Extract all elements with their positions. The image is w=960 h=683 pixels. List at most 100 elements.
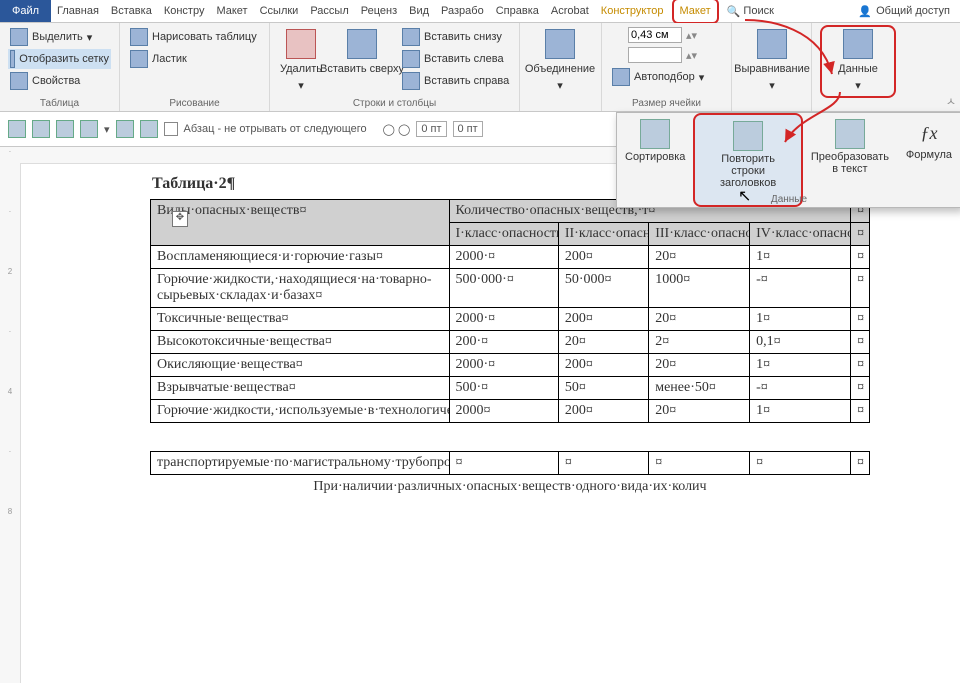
tab-layout-main[interactable]: Макет	[210, 0, 253, 22]
qat-new-icon[interactable]	[8, 120, 26, 138]
insert-below-button[interactable]: Вставить снизу	[400, 27, 511, 47]
tab-mailings[interactable]: Рассыл	[304, 0, 354, 22]
data-dropdown-button[interactable]: Данные▾	[820, 25, 896, 98]
col-width-input[interactable]	[628, 47, 682, 63]
tab-acrobat[interactable]: Acrobat	[545, 0, 595, 22]
table-cell[interactable]: 200¤	[558, 354, 648, 377]
select-button[interactable]: Выделить ▾	[8, 27, 111, 47]
table-cell[interactable]: 200¤	[558, 246, 648, 269]
cell-end-marker: ¤	[851, 223, 870, 246]
share-button[interactable]: 👤Общий доступ	[858, 5, 950, 18]
table-cell[interactable]: 200¤	[558, 400, 648, 423]
merge-button[interactable]: Объединение▾	[528, 27, 592, 93]
header-left[interactable]: Виды·опасных·веществ¤	[151, 200, 450, 246]
table-cell[interactable]: Взрывчатые·вещества¤	[151, 377, 450, 400]
qat-redo-icon[interactable]	[140, 120, 158, 138]
table-cell[interactable]: 2000·¤	[449, 308, 558, 331]
insert-left-button[interactable]: Вставить слева	[400, 49, 511, 69]
table-cell[interactable]: Воспламеняющиеся·и·горючие·газы¤	[151, 246, 450, 269]
table-cell[interactable]: 50¤	[558, 377, 648, 400]
table-cell[interactable]: 200·¤	[449, 331, 558, 354]
table-cell[interactable]: 1¤	[750, 400, 851, 423]
table-cell[interactable]: Высокотоксичные·вещества¤	[151, 331, 450, 354]
doc-table-continuation[interactable]: транспортируемые·по·магистральному·трубо…	[150, 451, 870, 475]
table-cell[interactable]: 20¤	[649, 308, 750, 331]
table-cell[interactable]: -¤	[750, 269, 851, 308]
table-cell[interactable]: 2000·¤	[449, 354, 558, 377]
table-cell[interactable]: ¤	[649, 452, 750, 475]
subheader-2[interactable]: II·класс·опасности¤	[558, 223, 648, 246]
qat-undo-icon[interactable]	[116, 120, 134, 138]
spacing-after-select[interactable]: 0 пт	[453, 121, 483, 137]
convert-to-text-button[interactable]: Преобразовать в текст	[811, 151, 889, 175]
table-cell[interactable]: менее·50¤	[649, 377, 750, 400]
show-gridlines-button[interactable]: Отобразить сетку	[8, 49, 111, 69]
draw-table-button[interactable]: Нарисовать таблицу	[128, 27, 261, 47]
table-cell[interactable]: транспортируемые·по·магистральному·трубо…	[151, 452, 450, 475]
row-height-input[interactable]	[628, 27, 682, 43]
qat-mail-icon[interactable]	[56, 120, 74, 138]
search-tab[interactable]: 🔍 Поиск	[721, 0, 780, 22]
table-cell[interactable]: ¤	[449, 452, 558, 475]
table-cell[interactable]: Окисляющие·вещества¤	[151, 354, 450, 377]
tab-home[interactable]: Главная	[51, 0, 105, 22]
autofit-button[interactable]: Автоподбор ▾	[610, 67, 723, 87]
table-cell[interactable]: ¤	[558, 452, 648, 475]
body-text[interactable]: При·наличии·различных·опасных·веществ·од…	[150, 479, 870, 495]
tab-references[interactable]: Ссылки	[254, 0, 305, 22]
spacing-before-select[interactable]: 0 пт	[416, 121, 446, 137]
distribute-rows-icon[interactable]	[701, 28, 715, 42]
table-cell[interactable]: 1¤	[750, 246, 851, 269]
distribute-cols-icon[interactable]	[701, 48, 715, 62]
formula-button[interactable]: Формула	[906, 149, 952, 161]
tab-developer[interactable]: Разрабо	[435, 0, 490, 22]
table-cell[interactable]: -¤	[750, 377, 851, 400]
sort-button[interactable]: Сортировка	[625, 151, 685, 163]
table-cell[interactable]: 20¤	[649, 400, 750, 423]
table-move-handle[interactable]: ✥	[172, 211, 188, 227]
subheader-4[interactable]: IV·класс·опасности¤	[750, 223, 851, 246]
paragraph-keep-checkbox[interactable]	[164, 122, 178, 136]
tab-file[interactable]: Файл	[0, 0, 51, 22]
table-cell[interactable]: 500·¤	[449, 377, 558, 400]
table-cell[interactable]: 2000·¤	[449, 246, 558, 269]
qat-save-icon[interactable]	[80, 120, 98, 138]
group-label-cell-size: Размер ячейки	[602, 98, 731, 109]
subheader-3[interactable]: III·класс·опасности¤	[649, 223, 750, 246]
table-cell[interactable]: 200¤	[558, 308, 648, 331]
table-cell[interactable]: 500·000·¤	[449, 269, 558, 308]
table-cell[interactable]: Горючие·жидкости,·находящиеся·на·товарно…	[151, 269, 450, 308]
collapse-ribbon-button[interactable]: ㅅ	[946, 93, 956, 109]
table-cell[interactable]: 1¤	[750, 354, 851, 377]
tab-design[interactable]: Констру	[158, 0, 211, 22]
repeat-header-rows-button[interactable]: Повторить строки заголовков	[703, 153, 792, 189]
table-cell[interactable]: 0,1¤	[750, 331, 851, 354]
table-cell[interactable]: Горючие·жидкости,·используемые·в·техноло…	[151, 400, 450, 423]
table-cell[interactable]: 1¤	[750, 308, 851, 331]
table-cell[interactable]: ¤	[750, 452, 851, 475]
table-cell[interactable]: 2000¤	[449, 400, 558, 423]
table-cell[interactable]: 50·000¤	[558, 269, 648, 308]
alignment-button[interactable]: Выравнивание▾	[740, 27, 804, 93]
tab-insert[interactable]: Вставка	[105, 0, 158, 22]
eraser-button[interactable]: Ластик	[128, 49, 261, 69]
table-cell[interactable]: 20¤	[649, 246, 750, 269]
tab-view[interactable]: Вид	[403, 0, 435, 22]
tab-table-constructor[interactable]: Конструктор	[595, 0, 670, 22]
cell-end-marker: ¤	[851, 377, 870, 400]
tab-help[interactable]: Справка	[490, 0, 545, 22]
table-cell[interactable]: Токсичные·вещества¤	[151, 308, 450, 331]
table-cell[interactable]: 1000¤	[649, 269, 750, 308]
subheader-1[interactable]: I·класс·опасности¤	[449, 223, 558, 246]
cell-end-marker: ¤	[851, 308, 870, 331]
table-cell[interactable]: 2¤	[649, 331, 750, 354]
table-cell[interactable]: 20¤	[558, 331, 648, 354]
doc-table[interactable]: Виды·опасных·веществ¤ Количество·опасных…	[150, 199, 870, 423]
insert-right-button[interactable]: Вставить справа	[400, 71, 511, 91]
table-cell[interactable]: 20¤	[649, 354, 750, 377]
qat-open-icon[interactable]	[32, 120, 50, 138]
align-icon	[757, 29, 787, 59]
tab-review[interactable]: Реценз	[355, 0, 403, 22]
properties-button[interactable]: Свойства	[8, 71, 111, 91]
tab-table-layout[interactable]: Макет	[672, 0, 719, 24]
